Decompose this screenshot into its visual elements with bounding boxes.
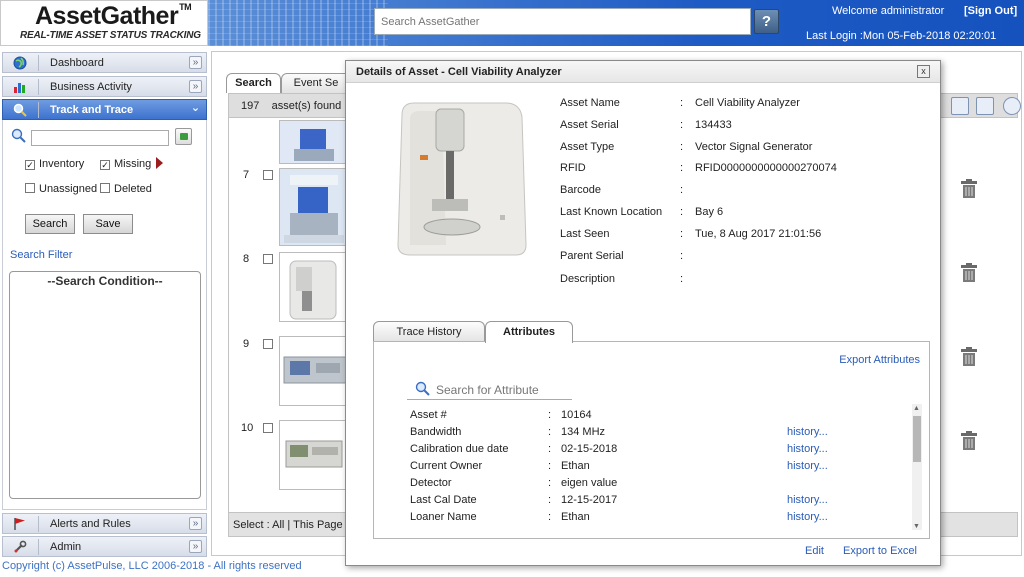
sidebar-item-business-activity[interactable]: Business Activity »: [2, 76, 207, 97]
search-icon: [415, 381, 431, 400]
row-checkbox[interactable]: [263, 339, 273, 349]
sidebar-item-alerts-and-rules[interactable]: Alerts and Rules »: [2, 513, 207, 534]
help-button[interactable]: ?: [754, 9, 779, 34]
asset-thumbnail[interactable]: [279, 336, 347, 406]
bar-chart-icon: [13, 80, 27, 94]
export-to-excel-link[interactable]: Export to Excel: [843, 545, 917, 557]
search-button[interactable]: Search: [25, 214, 75, 234]
row-number: 9: [243, 338, 250, 350]
missing-flag-icon: [156, 157, 163, 169]
close-icon[interactable]: x: [917, 65, 930, 78]
tab-search[interactable]: Search: [226, 73, 281, 93]
inventory-checkbox[interactable]: ✓ Inventory: [25, 158, 84, 170]
row-checkbox[interactable]: [263, 423, 273, 433]
sidebar-item-dashboard[interactable]: Dashboard »: [2, 52, 207, 73]
sidebar-item-track-and-trace[interactable]: Track and Trace ⌄: [2, 99, 207, 120]
history-link[interactable]: history...: [787, 426, 828, 438]
asset-search-input[interactable]: [31, 130, 169, 146]
sidebar-item-label: Track and Trace: [50, 104, 134, 116]
tab-event-search[interactable]: Event Se: [281, 73, 351, 93]
sidebar-item-label: Alerts and Rules: [50, 518, 131, 530]
export-icon[interactable]: [976, 97, 994, 115]
asset-thumbnail[interactable]: [279, 120, 347, 164]
trash-icon[interactable]: [960, 263, 978, 283]
global-search-input[interactable]: [374, 8, 751, 35]
refresh-icon[interactable]: [1003, 97, 1021, 115]
sidebar-item-label: Admin: [50, 541, 82, 553]
footer-copyright: Copyright (c) AssetPulse, LLC 2006-2018 …: [2, 560, 302, 572]
separator: [38, 516, 39, 532]
last-login-text: Last Login :Mon 05-Feb-2018 02:20:01: [806, 30, 997, 42]
row-number: 8: [243, 253, 250, 265]
select-all-text[interactable]: Select : All | This Page: [233, 519, 343, 531]
tab-trace-history[interactable]: Trace History: [373, 321, 485, 342]
edit-link[interactable]: Edit: [805, 545, 824, 557]
row-checkbox[interactable]: [263, 170, 273, 180]
logo-title: AssetGatherTM: [35, 2, 192, 30]
history-link[interactable]: history...: [787, 443, 828, 455]
row-number: 10: [241, 422, 254, 434]
unassigned-checkbox[interactable]: Unassigned: [25, 183, 97, 195]
separator: [38, 79, 39, 95]
row-checkbox[interactable]: [263, 254, 273, 264]
separator: [38, 55, 39, 71]
asset-thumbnail[interactable]: [279, 252, 347, 322]
search-condition-box: --Search Condition--: [9, 271, 201, 499]
missing-checkbox[interactable]: ✓ Missing: [100, 158, 151, 170]
logo-subtitle: REAL-TIME ASSET STATUS TRACKING: [20, 30, 201, 41]
track-trace-panel: ✓ Inventory ✓ Missing Unassigned Deleted S…: [2, 120, 207, 510]
row-number: 7: [243, 169, 250, 181]
trash-icon[interactable]: [960, 431, 978, 451]
search-go-icon[interactable]: [175, 128, 192, 145]
asset-thumbnail[interactable]: [279, 168, 347, 246]
sign-out-link[interactable]: [Sign Out]: [964, 5, 1017, 17]
wrench-icon: [13, 540, 27, 554]
logo[interactable]: AssetGatherTM REAL-TIME ASSET STATUS TRA…: [0, 0, 208, 46]
asset-thumbnail[interactable]: [279, 420, 347, 490]
sidebar-item-admin[interactable]: Admin »: [2, 536, 207, 557]
asset-photo: [380, 95, 542, 267]
search-filter-link[interactable]: Search Filter: [10, 249, 72, 261]
app-header: AssetGatherTM REAL-TIME ASSET STATUS TRA…: [0, 0, 1024, 46]
search-condition-title: --Search Condition--: [47, 274, 163, 288]
chevron-right-icon: »: [189, 56, 202, 69]
dialog-title-bar[interactable]: Details of Asset - Cell Viability Analyz…: [346, 61, 940, 83]
save-button[interactable]: Save: [83, 214, 133, 234]
history-link[interactable]: history...: [787, 460, 828, 472]
magnifier-icon: [13, 103, 27, 117]
attributes-scrollbar[interactable]: ▲ ▼: [912, 404, 922, 530]
globe-icon: [13, 56, 27, 70]
search-icon: [11, 128, 27, 144]
sidebar-item-label: Business Activity: [50, 81, 132, 93]
attribute-search-placeholder: Search for Attribute: [436, 383, 539, 397]
chevron-down-icon: ⌄: [190, 102, 201, 114]
chevron-right-icon: »: [189, 80, 202, 93]
separator: [38, 102, 39, 118]
sidebar-item-label: Dashboard: [50, 57, 104, 69]
attribute-search[interactable]: Search for Attribute: [407, 378, 572, 400]
asset-details-dialog: Details of Asset - Cell Viability Analyz…: [345, 60, 941, 566]
grid-view-icon[interactable]: [951, 97, 969, 115]
flag-icon: [13, 517, 27, 531]
scrollbar-thumb[interactable]: [913, 416, 921, 462]
scroll-down-icon[interactable]: ▼: [913, 523, 920, 530]
banner-pattern: [208, 0, 388, 46]
welcome-text: Welcome administrator: [832, 5, 945, 17]
chevron-right-icon: »: [189, 540, 202, 553]
scroll-up-icon[interactable]: ▲: [913, 405, 920, 412]
export-attributes-link[interactable]: Export Attributes: [839, 354, 920, 366]
chevron-right-icon: »: [189, 517, 202, 530]
separator: [38, 539, 39, 555]
history-link[interactable]: history...: [787, 494, 828, 506]
asset-count: 197 asset(s) found: [241, 100, 342, 112]
history-link[interactable]: history...: [787, 511, 828, 523]
deleted-checkbox[interactable]: Deleted: [100, 183, 152, 195]
trash-icon[interactable]: [960, 347, 978, 367]
attributes-panel: Export Attributes Search for Attribute A…: [373, 341, 930, 539]
trash-icon[interactable]: [960, 179, 978, 199]
tab-attributes[interactable]: Attributes: [485, 321, 573, 343]
dialog-title: Details of Asset - Cell Viability Analyz…: [356, 66, 562, 78]
